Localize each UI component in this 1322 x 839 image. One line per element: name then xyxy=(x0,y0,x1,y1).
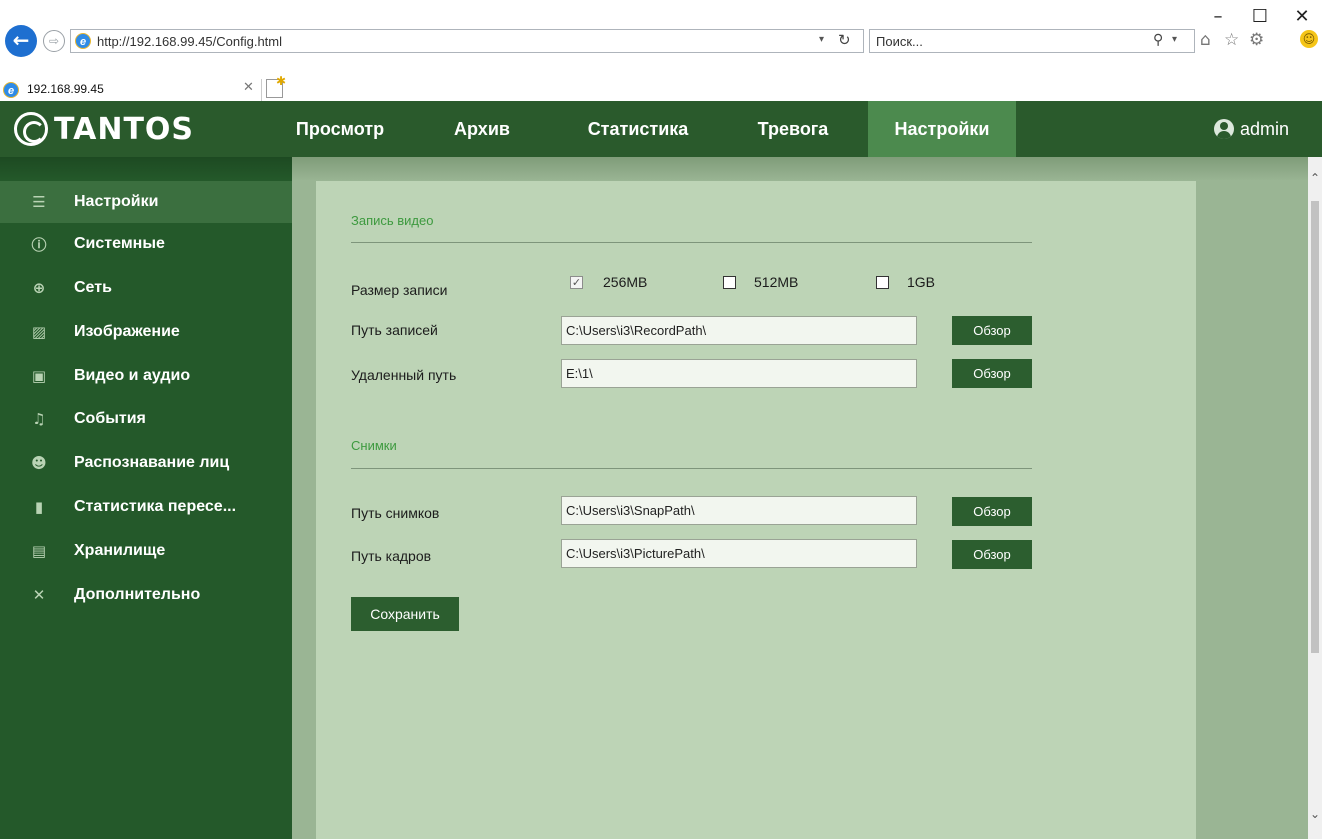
snap-path-input[interactable] xyxy=(561,496,917,525)
scroll-thumb[interactable] xyxy=(1311,201,1319,653)
search-icon[interactable]: ⚲ xyxy=(1153,32,1163,48)
sidebar-item-label: Распознавание лиц xyxy=(74,454,230,471)
forward-arrow-icon[interactable]: ⇨ xyxy=(43,30,65,52)
search-bar[interactable]: ⚲ ▾ xyxy=(869,29,1195,53)
record-path-input[interactable] xyxy=(561,316,917,345)
video-icon: ▣ xyxy=(31,367,47,385)
size-512-label: 512MB xyxy=(754,274,799,290)
record-size-label: Размер записи xyxy=(351,282,448,298)
sidebar: ☰ Настройки ⓘ Системные ⊕ Сеть ▨ Изображ… xyxy=(0,157,292,839)
sidebar-item-video-audio[interactable]: ▣ Видео и аудио xyxy=(0,355,292,397)
bar-chart-icon: ▮ xyxy=(34,498,44,516)
info-icon: ⓘ xyxy=(31,235,47,254)
sidebar-item-face-recognition[interactable]: ☻ Распознавание лиц xyxy=(0,442,292,484)
size-256-label: 256MB xyxy=(603,274,648,290)
smiley-icon[interactable]: ☺ xyxy=(1300,30,1318,48)
size-512-checkbox[interactable] xyxy=(723,276,736,289)
section-divider xyxy=(351,468,1032,469)
close-icon[interactable]: ✕ xyxy=(243,80,254,95)
app-header: TANTOS Просмотр Архив Статистика Тревога… xyxy=(0,101,1322,157)
sidebar-item-label: Изображение xyxy=(74,323,180,340)
sidebar-item-label: Сеть xyxy=(74,279,112,296)
nav-alarm[interactable]: Тревога xyxy=(728,101,858,157)
picture-path-input[interactable] xyxy=(561,539,917,568)
search-dropdown-icon[interactable]: ▾ xyxy=(1172,34,1177,45)
browser-tab[interactable]: e 192.168.99.45 ✕ xyxy=(0,79,262,101)
ie-icon: e xyxy=(75,33,91,49)
address-dropdown-icon[interactable]: ▾ xyxy=(819,34,824,45)
nav-statistics[interactable]: Статистика xyxy=(558,101,718,157)
back-arrow-icon[interactable]: ← xyxy=(5,25,37,57)
new-tab-icon: ✱ xyxy=(275,74,286,88)
tools-icon: ✕ xyxy=(32,586,46,604)
snap-path-label: Путь снимков xyxy=(351,505,440,521)
minimize-button[interactable]: – xyxy=(1198,2,1238,32)
nav-view[interactable]: Просмотр xyxy=(272,101,408,157)
close-window-button[interactable]: ✕ xyxy=(1282,2,1322,32)
list-icon: ☰ xyxy=(32,193,46,211)
user-icon xyxy=(1214,119,1234,139)
record-path-browse-button[interactable]: Обзор xyxy=(952,316,1032,345)
save-button[interactable]: Сохранить xyxy=(351,597,459,631)
image-icon: ▨ xyxy=(31,323,47,341)
address-input[interactable] xyxy=(97,31,777,51)
ie-icon: e xyxy=(3,82,19,98)
logo-mark-icon xyxy=(14,112,48,146)
picture-path-browse-button[interactable]: Обзор xyxy=(952,540,1032,569)
tab-title: 192.168.99.45 xyxy=(27,82,104,96)
sidebar-item-label: Настройки xyxy=(74,193,159,210)
sidebar-item-storage[interactable]: ▤ Хранилище xyxy=(0,530,292,572)
picture-path-label: Путь кадров xyxy=(351,548,432,564)
section-title-snapshots: Снимки xyxy=(351,438,397,453)
sidebar-item-image[interactable]: ▨ Изображение xyxy=(0,311,292,353)
face-icon: ☻ xyxy=(31,454,47,472)
nav-settings[interactable]: Настройки xyxy=(868,101,1016,157)
scroll-down-icon[interactable]: ⌄ xyxy=(1308,807,1322,821)
username: admin xyxy=(1240,118,1290,139)
sidebar-item-crossing-stats[interactable]: ▮ Статистика пересе... xyxy=(0,486,292,528)
sidebar-item-label: События xyxy=(74,410,146,427)
sidebar-item-label: Статистика пересе... xyxy=(74,498,237,515)
save-icon: ▤ xyxy=(31,542,47,560)
scroll-up-icon[interactable]: ⌃ xyxy=(1308,171,1322,185)
remote-path-label: Удаленный путь xyxy=(351,367,457,383)
sidebar-item-network[interactable]: ⊕ Сеть xyxy=(0,267,292,309)
sidebar-item-label: Системные xyxy=(74,235,165,252)
sidebar-item-label: Видео и аудио xyxy=(74,367,191,384)
star-icon[interactable]: ☆ xyxy=(1224,30,1239,50)
sidebar-item-label: Дополнительно xyxy=(74,586,201,603)
bell-icon: ♫ xyxy=(32,410,46,428)
sidebar-item-advanced[interactable]: ✕ Дополнительно xyxy=(0,574,292,616)
remote-path-browse-button[interactable]: Обзор xyxy=(952,359,1032,388)
sidebar-item-label: Хранилище xyxy=(74,542,166,559)
gear-icon[interactable]: ⚙ xyxy=(1249,30,1264,50)
section-divider xyxy=(351,242,1032,243)
size-1gb-checkbox[interactable] xyxy=(876,276,889,289)
search-input[interactable] xyxy=(876,31,1136,51)
snap-path-browse-button[interactable]: Обзор xyxy=(952,497,1032,526)
refresh-icon[interactable]: ↻ xyxy=(838,31,851,49)
browser-chrome: – ☐ ✕ ← ⇨ e ▾ ↻ ⚲ ▾ ⌂ ☆ ⚙ ☺ e 192.168.99… xyxy=(0,0,1322,101)
globe-icon: ⊕ xyxy=(32,279,46,297)
address-bar[interactable]: e ▾ ↻ xyxy=(70,29,864,53)
logo-text: TANTOS xyxy=(54,111,195,147)
sidebar-item-events[interactable]: ♫ События xyxy=(0,398,292,440)
scrollbar[interactable]: ⌃ ⌄ xyxy=(1308,157,1322,839)
logo: TANTOS xyxy=(14,107,194,151)
sidebar-item-settings[interactable]: ☰ Настройки xyxy=(0,181,292,223)
remote-path-input[interactable] xyxy=(561,359,917,388)
record-path-label: Путь записей xyxy=(351,322,438,338)
maximize-button[interactable]: ☐ xyxy=(1240,2,1280,32)
sidebar-item-system[interactable]: ⓘ Системные xyxy=(0,223,292,265)
new-tab-button[interactable]: ✱ xyxy=(266,74,286,98)
size-256-checkbox[interactable]: ✓ xyxy=(570,276,583,289)
home-icon[interactable]: ⌂ xyxy=(1200,30,1211,50)
nav-archive[interactable]: Архив xyxy=(422,101,542,157)
user-menu[interactable]: admin xyxy=(1214,101,1289,157)
section-title-record: Запись видео xyxy=(351,213,434,228)
size-1gb-label: 1GB xyxy=(907,274,936,290)
